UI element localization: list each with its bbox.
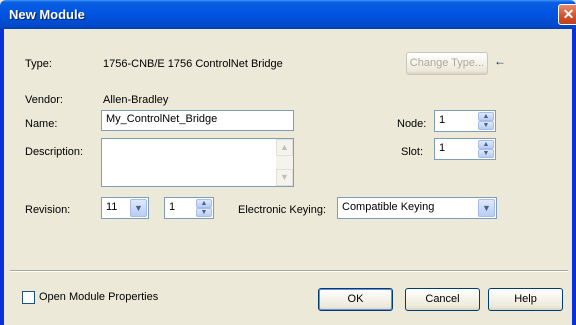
vendor-value: Allen-Bradley [103,94,169,106]
chevron-down-icon[interactable]: ▼ [478,199,495,217]
description-textarea[interactable]: ▲ ▼ [101,138,294,187]
node-value: 1 [439,114,446,126]
description-scrollbar[interactable]: ▲ ▼ [276,139,293,186]
type-label: Type: [25,58,52,70]
help-button[interactable]: Help [488,288,563,311]
type-value: 1756-CNB/E 1756 ControlNet Bridge [103,58,283,70]
dialog-body: Type: 1756-CNB/E 1756 ControlNet Bridge … [4,29,572,325]
change-type-button[interactable]: Change Type... [406,52,488,75]
spin-down-icon[interactable]: ▼ [478,121,494,130]
spin-down-icon[interactable]: ▼ [196,208,212,217]
name-input[interactable]: My_ControlNet_Bridge [101,110,294,131]
node-spinner[interactable]: 1 ▲ ▼ [434,110,496,132]
revision-label: Revision: [25,204,71,216]
electronic-keying-value: Compatible Keying [342,201,435,213]
electronic-keying-label: Electronic Keying: [238,204,327,216]
cancel-button[interactable]: Cancel [405,288,480,311]
ok-button[interactable]: OK [318,288,393,311]
footer-separator [10,270,568,272]
chevron-down-icon[interactable]: ▼ [130,199,147,217]
revision-major-value: 11 [106,201,118,213]
arrow-left-icon: ← [494,54,506,68]
open-module-properties-label[interactable]: Open Module Properties [39,291,158,303]
slot-spinner[interactable]: 1 ▲ ▼ [434,138,496,160]
title-bar: New Module ✕ [0,0,576,29]
scroll-down-icon[interactable]: ▼ [276,169,293,186]
window-frame-right [572,29,576,325]
revision-minor-value: 1 [169,201,176,213]
revision-minor-spinner[interactable]: 1 ▲ ▼ [164,197,214,219]
vendor-label: Vendor: [25,94,63,106]
revision-major-select[interactable]: 11 ▼ [101,197,149,219]
description-label: Description: [25,146,84,158]
electronic-keying-select[interactable]: Compatible Keying ▼ [337,197,497,219]
window-title: New Module [9,7,85,22]
scroll-up-icon[interactable]: ▲ [276,139,293,156]
spin-up-icon[interactable]: ▲ [478,112,494,121]
slot-label: Slot: [401,146,424,158]
node-label: Node: [397,118,427,130]
spin-up-icon[interactable]: ▲ [196,199,212,208]
name-label: Name: [25,118,58,130]
open-module-properties-checkbox[interactable] [22,291,35,304]
close-button[interactable]: ✕ [558,4,576,25]
close-icon: ✕ [562,6,575,22]
spin-down-icon[interactable]: ▼ [478,149,494,158]
slot-value: 1 [439,142,446,154]
spin-up-icon[interactable]: ▲ [478,140,494,149]
